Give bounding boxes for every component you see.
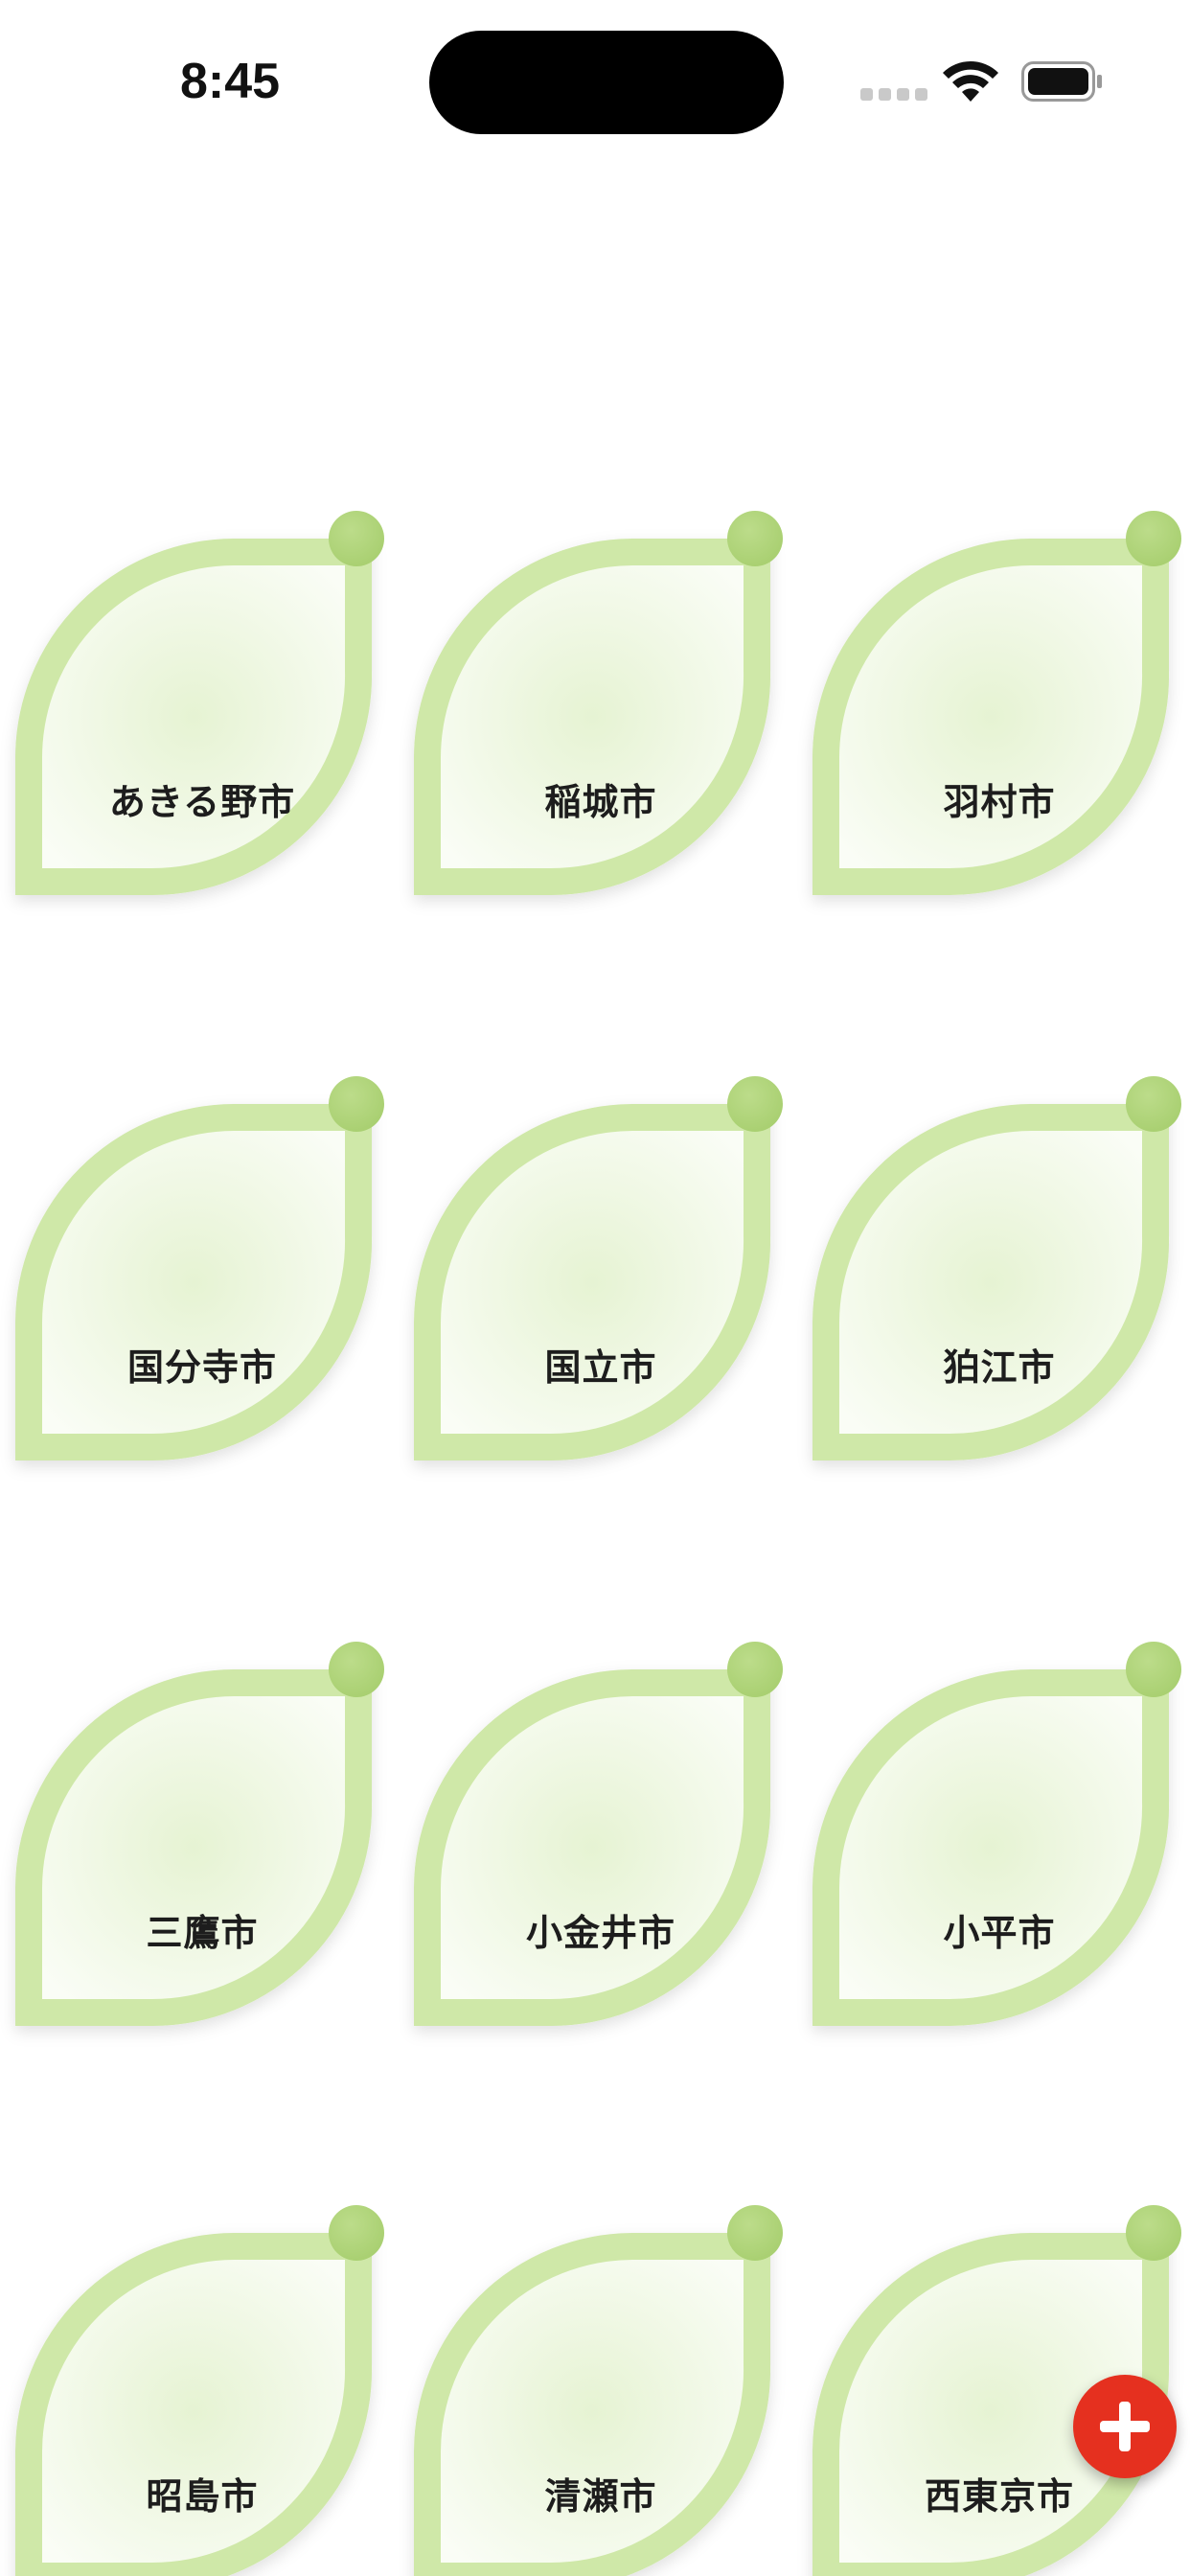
plus-icon-vertical (1119, 2402, 1131, 2451)
status-dot (329, 511, 384, 566)
city-card[interactable]: 稲城市 (412, 511, 786, 901)
city-card[interactable]: 国分寺市 (13, 1076, 387, 1466)
status-dot (1126, 2205, 1181, 2261)
leaf-card-shape (15, 511, 384, 895)
status-dot (727, 1076, 783, 1132)
city-name: あきる野市 (108, 781, 296, 823)
city-name: 三鷹市 (146, 1912, 259, 1954)
city-name: 国立市 (544, 1346, 657, 1389)
wifi-icon (943, 60, 998, 102)
leaf-card-shape (15, 1076, 384, 1460)
leaf-card-shape (414, 1642, 783, 2026)
city-card[interactable]: 昭島市 (13, 2205, 387, 2576)
status-dot (727, 2205, 783, 2261)
city-name: 西東京市 (924, 2475, 1074, 2518)
city-card[interactable]: 三鷹市 (13, 1642, 387, 2032)
leaf-card-shape (414, 511, 783, 895)
city-card[interactable]: 羽村市 (811, 511, 1184, 901)
leaf-card-shape (414, 2205, 783, 2576)
status-dot (727, 511, 783, 566)
cellular-signal-icon (860, 88, 927, 102)
city-card[interactable]: 狛江市 (811, 1076, 1184, 1466)
leaf-card-shape (414, 1076, 783, 1460)
leaf-card-shape (15, 1642, 384, 2026)
leaf-card-shape (812, 1642, 1181, 2026)
add-button[interactable] (1073, 2375, 1177, 2478)
status-dot (329, 2205, 384, 2261)
status-dot (727, 1642, 783, 1697)
battery-icon (1021, 61, 1102, 102)
status-dot (1126, 1642, 1181, 1697)
city-name: 羽村市 (943, 781, 1056, 823)
city-card[interactable]: 国立市 (412, 1076, 786, 1466)
city-card[interactable]: 小金井市 (412, 1642, 786, 2032)
leaf-card-shape (812, 511, 1181, 895)
city-name: 清瀬市 (544, 2475, 657, 2518)
city-card[interactable]: 小平市 (811, 1642, 1184, 2032)
city-card[interactable]: あきる野市 (13, 511, 387, 901)
city-name: 稲城市 (544, 781, 657, 823)
city-name: 昭島市 (146, 2475, 259, 2518)
city-list-screen: 8:45 あきる野市 稲城市 羽村市国分寺市 国立市 狛江市三鷹市 小金井市 小平市昭島市 清… (0, 0, 1190, 2576)
status-dot (1126, 1076, 1181, 1132)
status-dot (329, 1076, 384, 1132)
city-card[interactable]: 清瀬市 (412, 2205, 786, 2576)
city-name: 国分寺市 (126, 1346, 277, 1389)
status-dot (329, 1642, 384, 1697)
city-name: 狛江市 (943, 1346, 1056, 1389)
status-dot (1126, 511, 1181, 566)
leaf-card-shape (812, 1076, 1181, 1460)
leaf-card-shape (15, 2205, 384, 2576)
city-name: 小平市 (943, 1912, 1056, 1954)
dynamic-island (429, 31, 784, 134)
status-time: 8:45 (179, 54, 281, 109)
city-name: 小金井市 (525, 1912, 675, 1954)
